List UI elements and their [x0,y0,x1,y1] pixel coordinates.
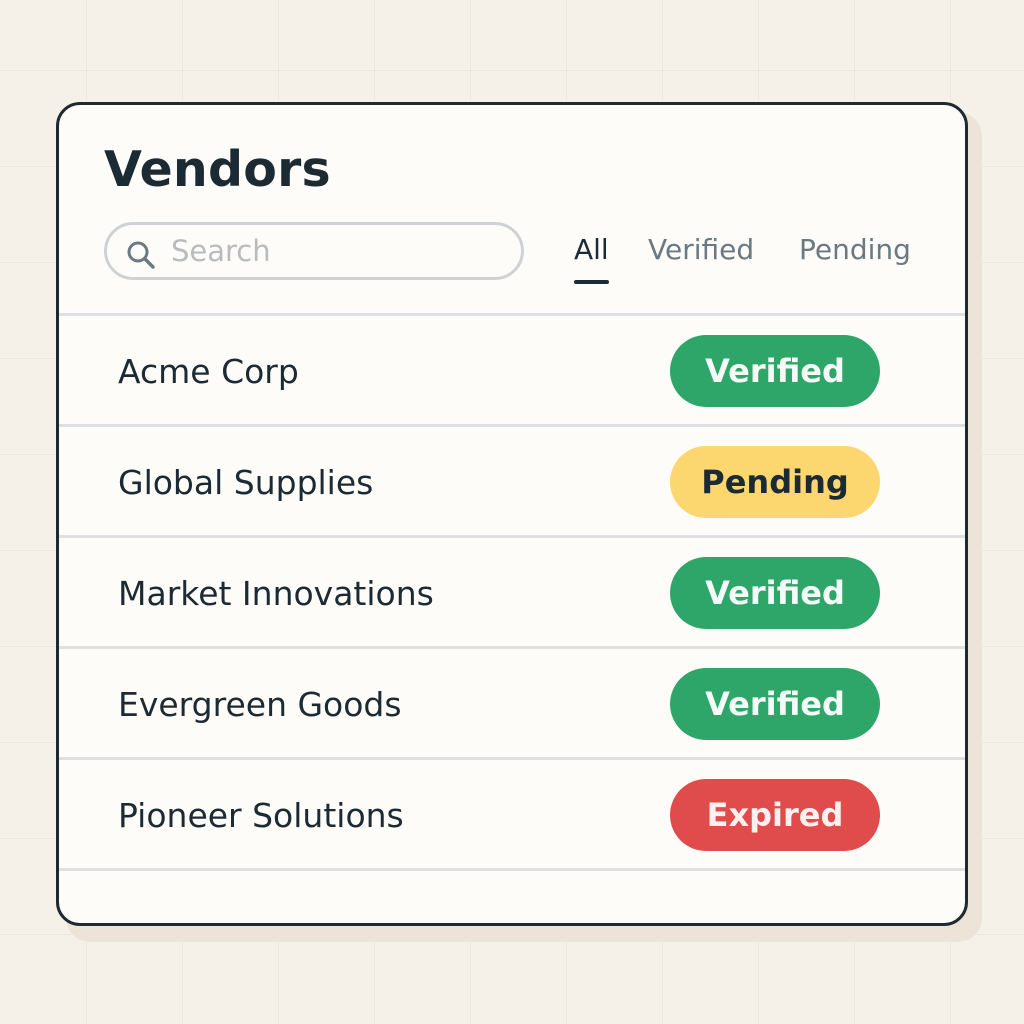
vendor-list: Acme Corp Verified Global Supplies Pendi… [59,313,965,871]
tab-pending[interactable]: Pending [799,233,911,266]
vendor-row[interactable]: Pioneer Solutions Expired [59,760,965,868]
status-badge: Expired [670,779,880,851]
tab-pending-label: Pending [799,233,911,266]
tab-all[interactable]: All [574,233,609,284]
status-badge: Verified [670,557,880,629]
tab-verified[interactable]: Verified [648,233,754,266]
tab-verified-label: Verified [648,233,755,266]
vendor-row[interactable]: Market Innovations Verified [59,538,965,646]
vendor-row[interactable]: Evergreen Goods Verified [59,649,965,757]
status-badge: Verified [670,335,880,407]
divider [59,868,965,871]
search-icon [127,241,155,269]
vendor-name: Acme Corp [118,352,299,391]
vendor-name: Pioneer Solutions [118,796,404,835]
vendor-name: Global Supplies [118,463,374,502]
search-input[interactable] [171,233,501,269]
vendor-row[interactable]: Acme Corp Verified [59,316,965,424]
vendors-panel: Vendors All Verified Pending Acme Corp V… [56,102,968,926]
active-tab-indicator [574,280,609,284]
search-box[interactable] [104,222,524,280]
status-badge: Pending [670,446,880,518]
status-badge: Verified [670,668,880,740]
vendor-name: Evergreen Goods [118,685,402,724]
vendor-row[interactable]: Global Supplies Pending [59,427,965,535]
tab-all-label: All [574,233,609,266]
page-title: Vendors [104,141,331,198]
vendor-name: Market Innovations [118,574,434,613]
